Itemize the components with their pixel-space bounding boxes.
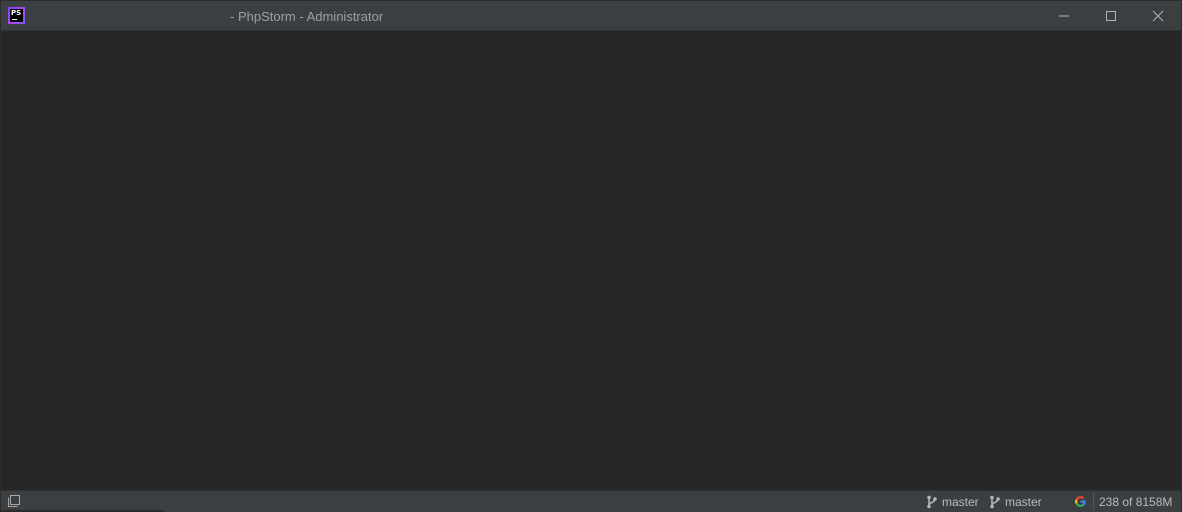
app-logo-underline — [12, 19, 17, 20]
window-title: - PhpStorm - Administrator — [230, 9, 384, 24]
git-branch-icon — [927, 495, 937, 509]
close-button[interactable] — [1135, 1, 1181, 30]
google-icon[interactable] — [1074, 495, 1087, 508]
git-branch-widget-2[interactable]: master — [989, 494, 1042, 510]
minimize-icon — [1059, 15, 1069, 17]
app-logo-box: PS — [10, 9, 23, 22]
ide-window: PS - PhpStorm - Administrator master mas… — [0, 0, 1182, 512]
git-branch-label-2: master — [1005, 495, 1042, 509]
toggle-tool-windows-icon[interactable] — [8, 495, 20, 507]
maximize-button[interactable] — [1088, 1, 1134, 30]
title-bar[interactable]: PS - PhpStorm - Administrator — [1, 1, 1181, 31]
minimize-button[interactable] — [1041, 1, 1087, 30]
git-branch-icon — [990, 495, 1000, 509]
memory-indicator[interactable]: 238 of 8158M — [1099, 495, 1172, 509]
status-separator — [1093, 493, 1094, 510]
editor-area[interactable] — [1, 31, 1181, 490]
app-logo-text: PS — [11, 9, 22, 17]
maximize-icon — [1106, 11, 1116, 21]
status-bar: master master 238 of 8158M — [1, 490, 1181, 512]
git-branch-label-1: master — [942, 495, 979, 509]
close-icon — [1152, 10, 1164, 22]
git-branch-widget-1[interactable]: master — [926, 494, 979, 510]
phpstorm-logo-icon[interactable]: PS — [8, 7, 25, 24]
